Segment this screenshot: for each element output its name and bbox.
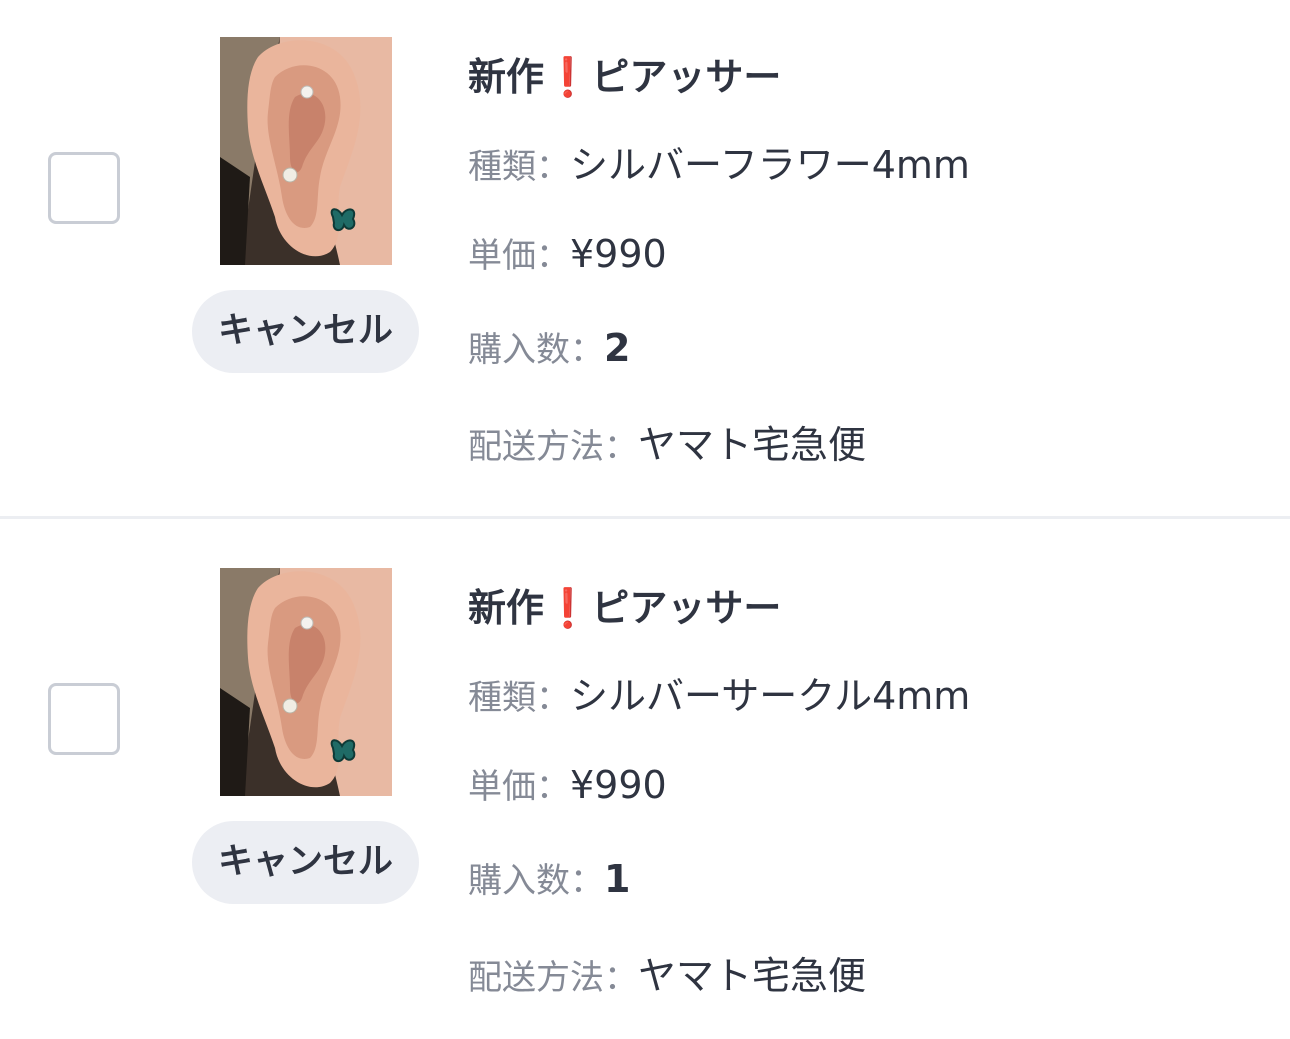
price-label: 単価：	[468, 767, 570, 807]
quantity-row: 購入数：2	[468, 322, 630, 371]
shipping-value: ヤマト宅急便	[638, 954, 867, 998]
quantity-row: 購入数：1	[468, 853, 630, 902]
quantity-value: 2	[604, 326, 631, 370]
kind-row: 種類：シルバーサークル4mm	[468, 665, 970, 720]
item-select-checkbox[interactable]	[48, 152, 120, 224]
price-value: ¥990	[570, 232, 667, 276]
shipping-label: 配送方法：	[468, 427, 638, 467]
quantity-label: 購入数：	[468, 330, 604, 370]
price-row: 単価：¥990	[468, 759, 667, 808]
kind-value: シルバーサークル4mm	[570, 674, 971, 718]
cancel-button[interactable]: キャンセル	[192, 290, 419, 373]
product-title: 新作❗️ピアッサー	[468, 586, 782, 630]
price-value: ¥990	[570, 763, 667, 807]
cart-item: キャンセル 新作❗️ピアッサー 種類：シルバーサークル4mm 単価：¥990 購…	[0, 531, 1290, 1039]
product-title: 新作❗️ピアッサー	[468, 55, 782, 99]
shipping-value: ヤマト宅急便	[638, 423, 867, 467]
kind-label: 種類：	[468, 678, 570, 718]
cancel-button[interactable]: キャンセル	[192, 821, 419, 904]
quantity-value: 1	[604, 857, 631, 901]
kind-row: 種類：シルバーフラワー4mm	[468, 134, 970, 189]
product-image	[220, 37, 392, 265]
cart-item: キャンセル 新作❗️ピアッサー 種類：シルバーフラワー4mm 単価：¥990 購…	[0, 0, 1290, 520]
price-label: 単価：	[468, 236, 570, 276]
shipping-row: 配送方法：ヤマト宅急便	[468, 414, 866, 469]
quantity-label: 購入数：	[468, 861, 604, 901]
item-divider	[0, 516, 1290, 519]
product-image	[220, 568, 392, 796]
price-row: 単価：¥990	[468, 228, 667, 277]
cart-item-list: キャンセル 新作❗️ピアッサー 種類：シルバーフラワー4mm 単価：¥990 購…	[0, 0, 1290, 1039]
shipping-label: 配送方法：	[468, 958, 638, 998]
kind-label: 種類：	[468, 147, 570, 187]
item-select-checkbox[interactable]	[48, 683, 120, 755]
kind-value: シルバーフラワー4mm	[570, 143, 970, 187]
shipping-row: 配送方法：ヤマト宅急便	[468, 945, 866, 1000]
